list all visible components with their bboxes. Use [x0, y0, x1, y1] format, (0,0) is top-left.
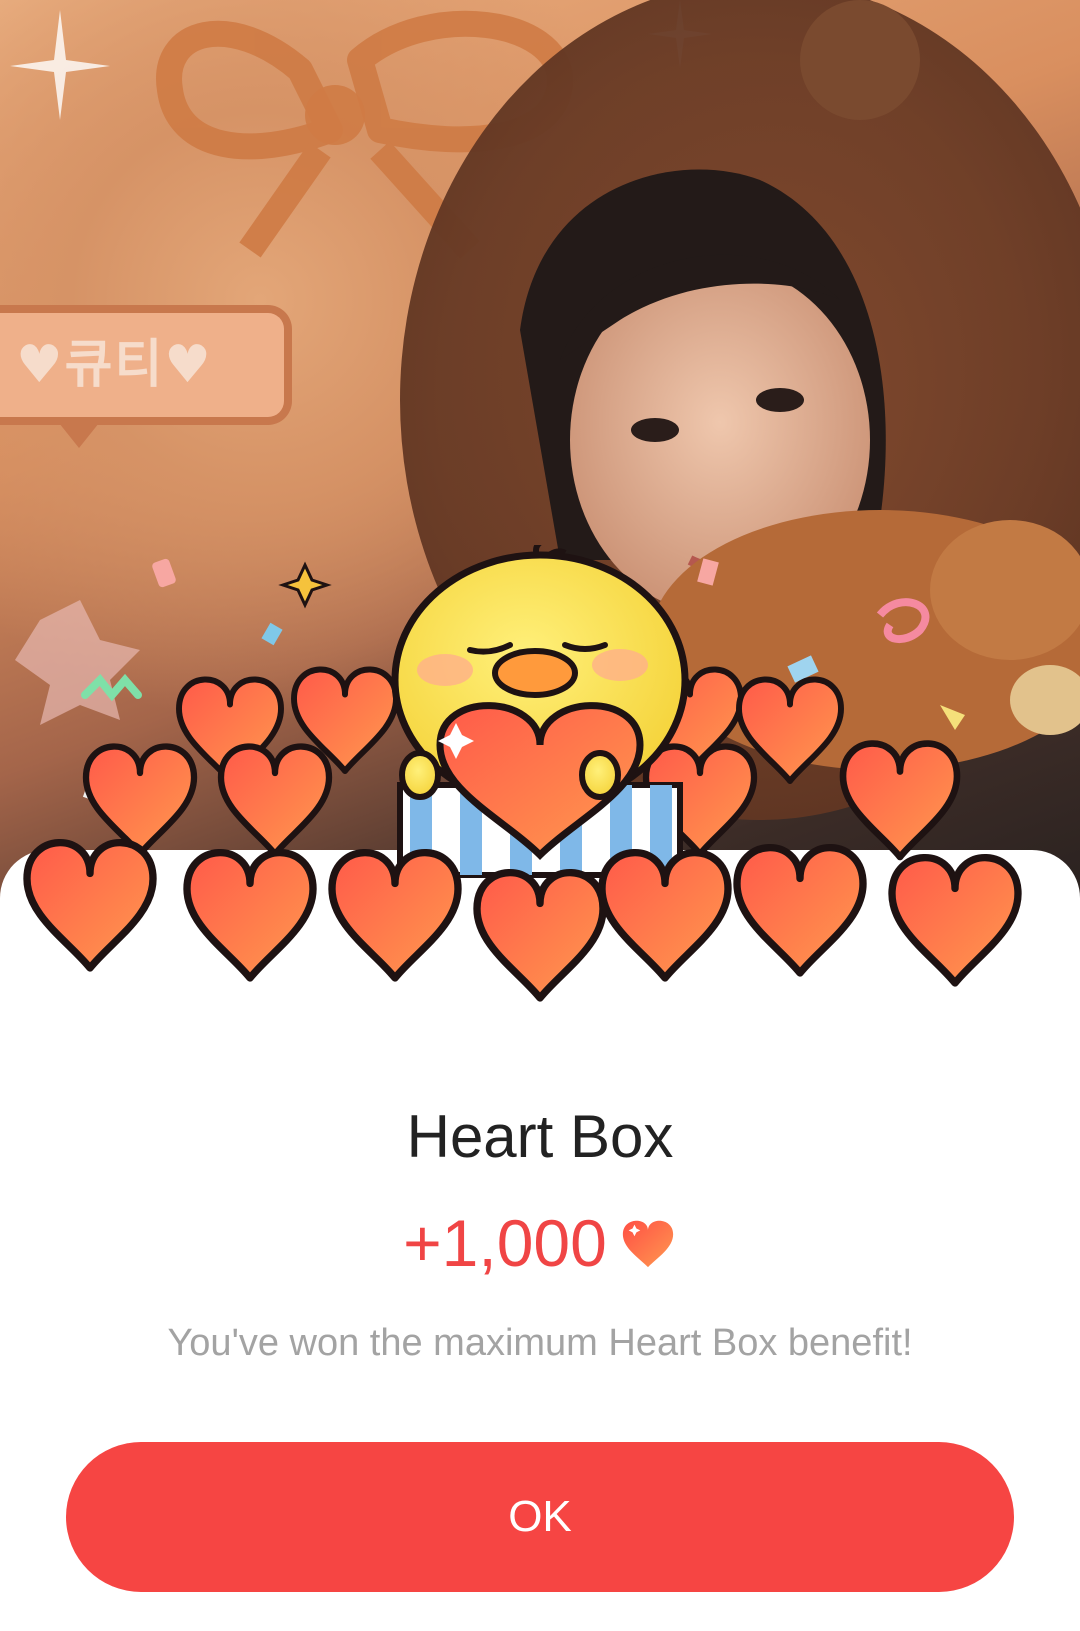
heart-box-illustration [0, 545, 1080, 1045]
cutie-sticker-text: ♥큐티♥ [16, 335, 213, 395]
heart-icon [622, 1220, 673, 1268]
benefit-message: You've won the maximum Heart Box benefit… [167, 1322, 913, 1364]
ok-button[interactable]: OK [66, 1442, 1014, 1592]
reward-row: +1,000 [0, 1205, 1080, 1281]
cutie-sticker-tail [55, 418, 103, 448]
reward-amount: +1,000 [403, 1206, 607, 1280]
dialog-title: Heart Box [406, 1103, 674, 1170]
